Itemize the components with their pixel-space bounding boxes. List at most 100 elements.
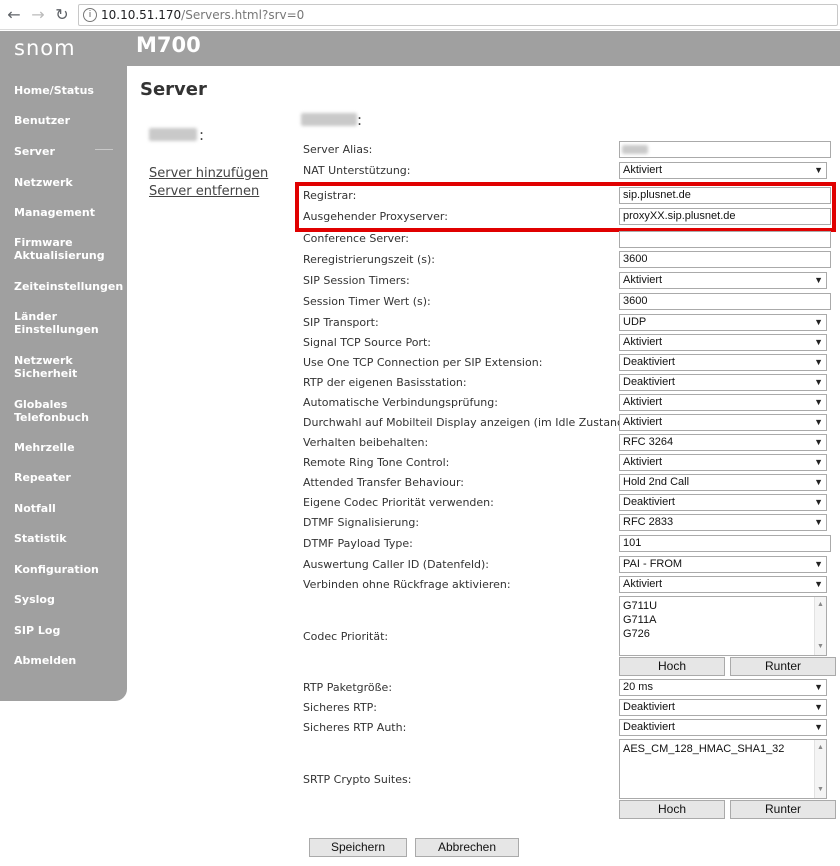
session-timer-value-input[interactable]: 3600 [619,293,831,310]
sip-session-timers-label: SIP Session Timers: [303,274,410,287]
page-title: Server [140,79,207,100]
session-timer-value-label: Session Timer Wert (s): [303,295,431,308]
device-model: M700 [136,33,201,57]
codec-up-button[interactable]: Hoch [619,657,725,676]
srtp-label: Sicheres RTP: [303,701,378,714]
scrollbar[interactable]: ▲ ▼ [814,740,826,798]
sip-session-timers-select[interactable]: Aktiviert ▼ [619,272,827,289]
dropdown-arrow-icon: ▼ [814,377,823,387]
server-alias-label: Server Alias: [303,143,373,156]
sidebar-item-firmware[interactable]: Firmware Aktualisierung [14,236,105,262]
blurred-alias-value [622,145,648,154]
codec-option[interactable]: G711U [623,599,823,613]
save-button[interactable]: Speichern [309,838,407,857]
codec-option[interactable]: G726 [623,627,823,641]
scroll-up-icon[interactable]: ▲ [817,598,824,612]
add-server-link[interactable]: Server hinzufügen [149,166,268,181]
dropdown-arrow-icon: ▼ [814,722,823,732]
tcp-source-port-label: Signal TCP Source Port: [303,336,431,349]
sidebar-item-management[interactable]: Management [14,206,95,219]
cancel-button[interactable]: Abbrechen [415,838,519,857]
scrollbar[interactable]: ▲ ▼ [814,597,826,655]
sidebar-item-mehrzelle[interactable]: Mehrzelle [14,441,75,454]
sip-transport-select[interactable]: UDP ▼ [619,314,827,331]
dropdown-arrow-icon: ▼ [814,497,823,507]
dropdown-arrow-icon: ▼ [814,357,823,367]
codec-prio-listbox[interactable]: G711U G711A G726 ▲ ▼ [619,596,827,656]
caller-id-select[interactable]: PAI - FROM ▼ [619,556,827,573]
sidebar-item-netzwerk-sicherheit[interactable]: Netzwerk Sicherheit [14,354,77,380]
arrow-right-icon[interactable]: → [28,5,48,25]
dropdown-arrow-icon: ▼ [814,397,823,407]
server-alias-input[interactable] [619,141,831,158]
srtp-select[interactable]: Deaktiviert ▼ [619,699,827,716]
address-bar[interactable]: i 10.10.51.170/Servers.html?srv=0 [78,4,838,26]
connect-select[interactable]: Aktiviert ▼ [619,576,827,593]
rtp-packet-select[interactable]: 20 ms ▼ [619,679,827,696]
remote-ring-label: Remote Ring Tone Control: [303,456,450,469]
dtmf-payload-input[interactable]: 101 [619,535,831,552]
attended-select[interactable]: Hold 2nd Call ▼ [619,474,827,491]
sidebar-item-home-status[interactable]: Home/Status [14,84,94,97]
scroll-down-icon[interactable]: ▼ [817,783,824,797]
sidebar-item-zeiteinstellungen[interactable]: Zeiteinstellungen [14,280,123,293]
sip-session-timers-value: Aktiviert [623,274,663,286]
sidebar-item-telefonbuch[interactable]: Globales Telefonbuch [14,398,89,424]
srtp-auth-value: Deaktiviert [623,721,675,733]
remote-ring-select[interactable]: Aktiviert ▼ [619,454,827,471]
blurred-section-title [301,113,357,126]
sidebar-item-abmelden[interactable]: Abmelden [14,654,76,667]
sidebar-item-benutzer[interactable]: Benutzer [14,114,70,127]
rereg-label: Reregistrierungszeit (s): [303,253,435,266]
conference-input[interactable] [619,231,831,248]
verhalten-select[interactable]: RFC 3264 ▼ [619,434,827,451]
remove-server-link[interactable]: Server entfernen [149,184,259,199]
srtp-up-button[interactable]: Hoch [619,800,725,819]
dropdown-arrow-icon: ▼ [814,682,823,692]
sidebar-item-sip-log[interactable]: SIP Log [14,624,60,637]
info-icon[interactable]: i [83,8,97,22]
srtp-value: Deaktiviert [623,701,675,713]
codec-option[interactable]: G711A [623,613,823,627]
codec-prio-own-select[interactable]: Deaktiviert ▼ [619,494,827,511]
one-tcp-select[interactable]: Deaktiviert ▼ [619,354,827,371]
codec-prio-own-value: Deaktiviert [623,496,675,508]
arrow-left-icon[interactable]: ← [4,5,24,25]
sidebar-item-syslog[interactable]: Syslog [14,593,55,606]
sidebar-item-netzwerk[interactable]: Netzwerk [14,176,73,189]
scroll-down-icon[interactable]: ▼ [817,640,824,654]
srtp-suite-option[interactable]: AES_CM_128_HMAC_SHA1_32 [623,742,823,756]
tcp-source-port-value: Aktiviert [623,336,663,348]
sidebar-item-konfiguration[interactable]: Konfiguration [14,563,99,576]
dropdown-arrow-icon: ▼ [814,477,823,487]
connect-label: Verbinden ohne Rückfrage aktivieren: [303,578,511,591]
sidebar-item-statistik[interactable]: Statistik [14,532,67,545]
codec-down-button[interactable]: Runter [730,657,836,676]
sidebar-item-server[interactable]: Server [14,145,55,158]
dropdown-arrow-icon: ▼ [814,275,823,285]
dropdown-arrow-icon: ▼ [814,579,823,589]
verhalten-value: RFC 3264 [623,436,674,448]
durchwahl-label: Durchwahl auf Mobilteil Display anzeigen… [303,416,633,429]
srtp-suites-listbox[interactable]: AES_CM_128_HMAC_SHA1_32 ▲ ▼ [619,739,827,799]
sidebar-item-laender[interactable]: Länder Einstellungen [14,310,99,336]
dropdown-arrow-icon: ▼ [814,337,823,347]
dropdown-arrow-icon: ▼ [814,165,823,175]
sidebar-item-notfall[interactable]: Notfall [14,502,56,515]
nat-select[interactable]: Aktiviert ▼ [619,162,827,179]
rereg-input[interactable]: 3600 [619,251,831,268]
one-tcp-value: Deaktiviert [623,356,675,368]
srtp-auth-select[interactable]: Deaktiviert ▼ [619,719,827,736]
tcp-source-port-select[interactable]: Aktiviert ▼ [619,334,827,351]
scroll-up-icon[interactable]: ▲ [817,741,824,755]
dtmf-payload-label: DTMF Payload Type: [303,537,413,550]
srtp-down-button[interactable]: Runter [730,800,836,819]
durchwahl-select[interactable]: Aktiviert ▼ [619,414,827,431]
sidebar-item-repeater[interactable]: Repeater [14,471,71,484]
reload-icon[interactable]: ↻ [52,5,72,25]
browser-toolbar: ← → ↻ i 10.10.51.170/Servers.html?srv=0 [0,0,840,30]
rtp-base-select[interactable]: Deaktiviert ▼ [619,374,827,391]
auto-check-select[interactable]: Aktiviert ▼ [619,394,827,411]
dtmf-sig-select[interactable]: RFC 2833 ▼ [619,514,827,531]
codec-prio-label: Codec Priorität: [303,630,389,643]
